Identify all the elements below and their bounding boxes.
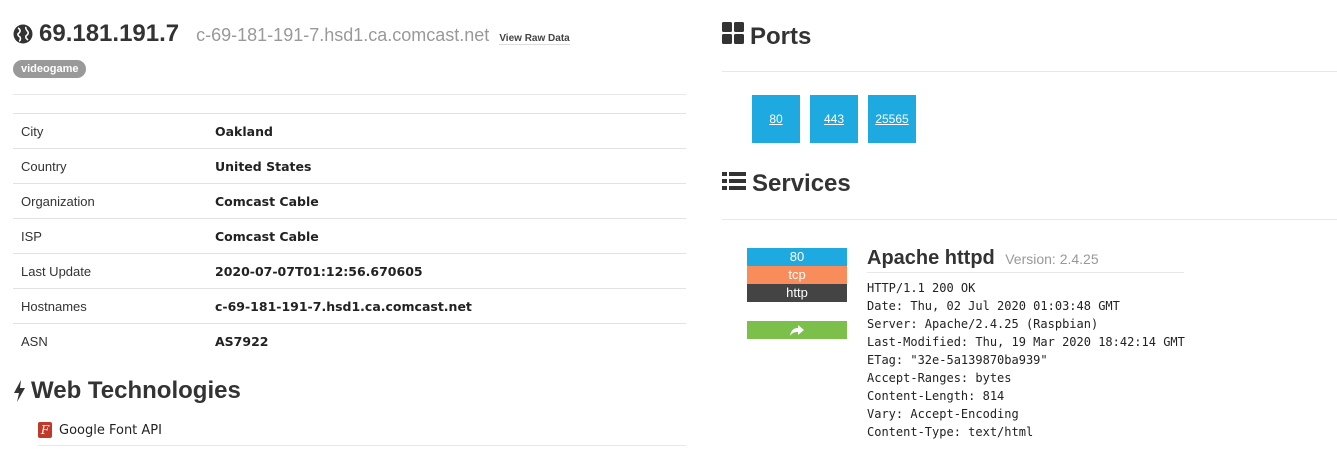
row-key: ISP [21,228,42,244]
ports-title: Ports [750,22,812,50]
port-list: 80 443 25565 [752,95,916,143]
tag-badge[interactable]: videogame [13,60,87,78]
divider [38,445,686,446]
port-button[interactable]: 443 [810,95,858,143]
web-technology-item[interactable]: F Google Font API [38,422,162,438]
service-badges: 80 tcp http [747,248,847,302]
row-value: Oakland [215,123,273,139]
port-button[interactable]: 80 [752,95,800,143]
table-row: Last Update 2020-07-07T01:12:56.670605 [13,253,686,289]
service-module-badge: http [747,284,847,302]
web-technology-name: Google Font API [59,422,162,438]
share-arrow-icon [790,324,804,336]
divider [722,71,1337,72]
services-title: Services [752,170,851,197]
row-key: Hostnames [21,298,87,314]
row-value: c-69-181-191-7.hsd1.ca.comcast.net [215,298,472,314]
host-ip: 69.181.191.7 [39,20,180,47]
table-row: City Oakland [13,113,686,149]
service-product: Apache httpd [867,247,995,269]
web-technologies-heading: Web Technologies [13,377,241,405]
row-value: Comcast Cable [215,193,319,209]
service-version: Version: 2.4.25 [1005,251,1099,267]
table-row: Organization Comcast Cable [13,183,686,219]
web-technologies-title: Web Technologies [31,377,241,404]
port-button[interactable]: 25565 [868,95,916,143]
row-value: AS7922 [215,333,269,349]
service-port-badge: 80 [747,248,847,266]
host-hostname: c-69-181-191-7.hsd1.ca.comcast.net [196,25,490,45]
row-key: Organization [21,193,95,209]
row-value: Comcast Cable [215,228,319,244]
row-key: Country [21,158,67,174]
service-transport-badge: tcp [747,266,847,284]
view-raw-data-link[interactable]: View Raw Data [499,33,570,45]
service-banner: HTTP/1.1 200 OK Date: Thu, 02 Jul 2020 0… [867,281,1185,439]
row-value: 2020-07-07T01:12:56.670605 [215,263,423,279]
list-icon [722,170,746,198]
ports-heading: Ports [722,22,811,51]
services-heading: Services [722,170,851,198]
divider [722,219,1337,220]
globe-icon [13,24,33,44]
host-details-table: City Oakland Country United States Organ… [13,113,686,359]
table-row: Country United States [13,148,686,184]
host-header: 69.181.191.7 c-69-181-191-7.hsd1.ca.comc… [13,20,570,48]
row-key: Last Update [21,263,92,279]
font-icon: F [38,422,52,438]
bolt-icon [13,380,26,402]
divider [13,94,686,95]
table-row: ISP Comcast Cable [13,218,686,254]
service-header: Apache httpd Version: 2.4.25 [867,247,1184,273]
row-key: City [21,123,44,139]
grid-icon [722,22,744,51]
open-service-button[interactable] [747,321,847,339]
row-value: United States [215,158,312,174]
table-row: ASN AS7922 [13,323,686,359]
row-key: ASN [21,333,48,349]
table-row: Hostnames c-69-181-191-7.hsd1.ca.comcast… [13,288,686,324]
